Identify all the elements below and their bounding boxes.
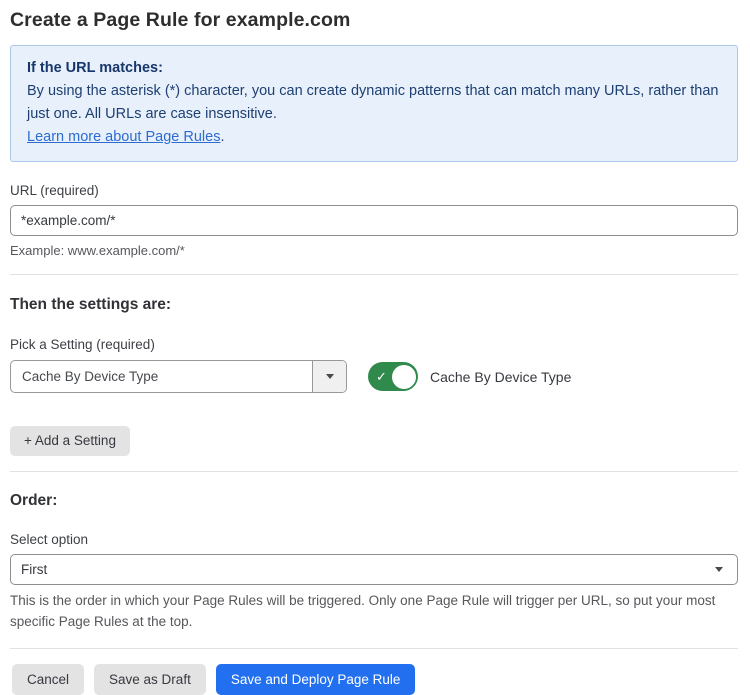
order-select-value: First: [21, 562, 47, 577]
order-helper-text: This is the order in which your Page Rul…: [10, 590, 738, 632]
url-label: URL (required): [10, 183, 738, 198]
info-box-heading: If the URL matches:: [27, 57, 721, 80]
setting-picker-label: Pick a Setting (required): [10, 337, 738, 352]
divider: [10, 648, 738, 649]
setting-dropdown-arrow-button[interactable]: [312, 361, 346, 392]
url-input[interactable]: [10, 205, 738, 236]
save-and-deploy-button[interactable]: Save and Deploy Page Rule: [216, 664, 416, 695]
link-period: .: [220, 129, 224, 145]
chevron-down-icon: [715, 567, 723, 572]
url-helper-text: Example: www.example.com/*: [10, 243, 738, 258]
order-select[interactable]: First: [10, 554, 738, 585]
setting-dropdown-value: Cache By Device Type: [11, 361, 312, 392]
url-match-info-box: If the URL matches: By using the asteris…: [10, 45, 738, 162]
toggle-knob: [392, 365, 416, 389]
divider: [10, 471, 738, 472]
cache-by-device-type-toggle[interactable]: ✓: [368, 362, 418, 391]
info-box-body: By using the asterisk (*) character, you…: [27, 80, 721, 126]
create-page-rule-panel: Create a Page Rule for example.com If th…: [0, 0, 750, 695]
setting-dropdown[interactable]: Cache By Device Type: [10, 360, 347, 393]
footer-button-row: Cancel Save as Draft Save and Deploy Pag…: [10, 664, 738, 695]
setting-controls-row: Cache By Device Type ✓ Cache By Device T…: [10, 360, 738, 393]
save-as-draft-button[interactable]: Save as Draft: [94, 664, 206, 695]
page-title: Create a Page Rule for example.com: [10, 9, 738, 32]
check-icon: ✓: [376, 370, 387, 383]
order-select-label: Select option: [10, 532, 738, 547]
info-box-link-line: Learn more about Page Rules.: [27, 126, 721, 149]
chevron-down-icon: [326, 374, 334, 379]
divider: [10, 274, 738, 275]
learn-more-link[interactable]: Learn more about Page Rules: [27, 129, 220, 145]
add-setting-button[interactable]: + Add a Setting: [10, 426, 130, 456]
cancel-button[interactable]: Cancel: [12, 664, 84, 695]
settings-heading: Then the settings are:: [10, 296, 738, 314]
toggle-label: Cache By Device Type: [430, 369, 571, 385]
order-heading: Order:: [10, 492, 738, 510]
